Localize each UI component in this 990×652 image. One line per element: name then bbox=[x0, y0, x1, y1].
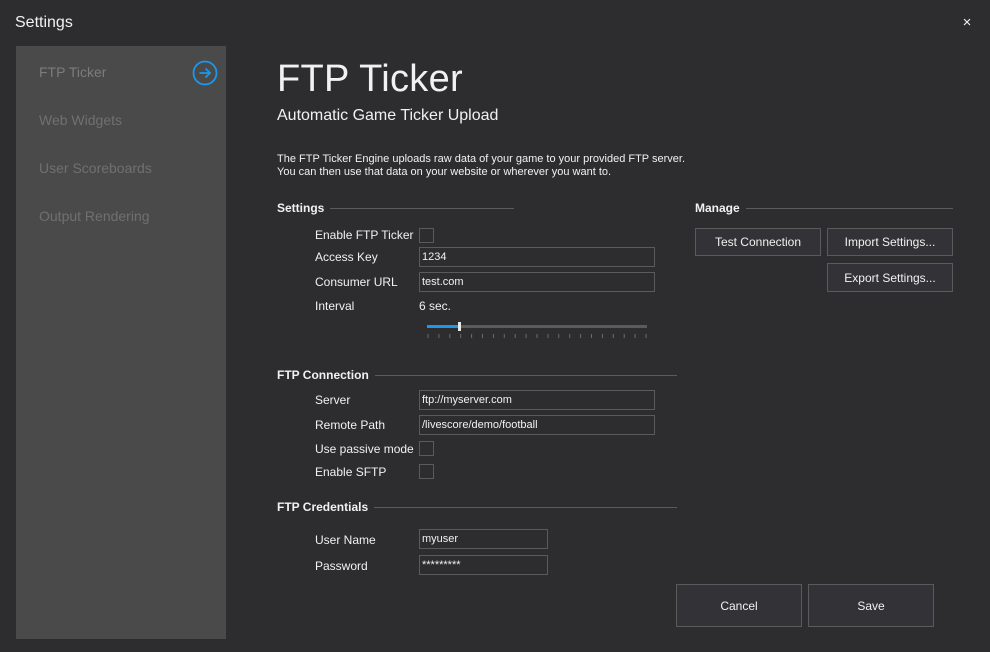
page-subtitle: Automatic Game Ticker Upload bbox=[277, 107, 499, 124]
section-title: Settings bbox=[277, 201, 325, 215]
passive-mode-label: Use passive mode bbox=[315, 442, 414, 456]
enable-ftp-ticker-label: Enable FTP Ticker bbox=[315, 228, 414, 242]
interval-value: 6 sec. bbox=[419, 299, 452, 313]
export-settings-button[interactable]: Export Settings... bbox=[827, 263, 953, 292]
enable-sftp-checkbox[interactable] bbox=[419, 464, 434, 479]
manage-section-header: Manage bbox=[695, 201, 953, 215]
server-input[interactable] bbox=[419, 390, 655, 410]
enable-sftp-label: Enable SFTP bbox=[315, 465, 387, 479]
sidebar: FTP Ticker Web Widgets User Scoreboards … bbox=[16, 46, 226, 639]
save-button[interactable]: Save bbox=[808, 584, 934, 627]
sidebar-item-ftp-ticker[interactable]: FTP Ticker bbox=[39, 64, 106, 80]
consumer-url-label: Consumer URL bbox=[315, 275, 398, 289]
section-title: FTP Connection bbox=[277, 368, 369, 382]
cancel-button[interactable]: Cancel bbox=[676, 584, 802, 627]
close-icon[interactable]: × bbox=[958, 14, 976, 32]
slider-ticks bbox=[427, 334, 647, 338]
ftp-credentials-section-header: FTP Credentials bbox=[277, 500, 677, 514]
divider bbox=[330, 207, 514, 209]
enable-ftp-ticker-checkbox[interactable] bbox=[419, 228, 434, 243]
test-connection-button[interactable]: Test Connection bbox=[695, 228, 821, 256]
page-description: The FTP Ticker Engine uploads raw data o… bbox=[277, 153, 685, 179]
sidebar-item-web-widgets[interactable]: Web Widgets bbox=[39, 112, 122, 128]
server-label: Server bbox=[315, 393, 351, 407]
section-title: Manage bbox=[695, 201, 740, 215]
consumer-url-input[interactable] bbox=[419, 272, 655, 292]
divider bbox=[745, 207, 953, 209]
interval-slider[interactable] bbox=[427, 320, 647, 340]
passive-mode-checkbox[interactable] bbox=[419, 441, 434, 456]
password-input[interactable] bbox=[419, 555, 548, 575]
divider bbox=[374, 506, 677, 508]
slider-thumb[interactable] bbox=[458, 322, 461, 331]
page-title: FTP Ticker bbox=[277, 58, 463, 100]
sidebar-item-user-scoreboards[interactable]: User Scoreboards bbox=[39, 160, 152, 176]
window-title: Settings bbox=[15, 14, 73, 31]
section-title: FTP Credentials bbox=[277, 500, 369, 514]
username-label: User Name bbox=[315, 533, 376, 547]
password-label: Password bbox=[315, 559, 368, 573]
sidebar-item-output-rendering[interactable]: Output Rendering bbox=[39, 208, 150, 224]
username-input[interactable] bbox=[419, 529, 548, 549]
description-line: You can then use that data on your websi… bbox=[277, 166, 612, 178]
divider bbox=[374, 374, 677, 376]
remote-path-label: Remote Path bbox=[315, 418, 386, 432]
slider-fill bbox=[427, 325, 459, 328]
description-line: The FTP Ticker Engine uploads raw data o… bbox=[277, 153, 686, 165]
settings-section-header: Settings bbox=[277, 201, 514, 215]
access-key-label: Access Key bbox=[315, 250, 378, 264]
import-settings-button[interactable]: Import Settings... bbox=[827, 228, 953, 256]
ftp-connection-section-header: FTP Connection bbox=[277, 368, 677, 382]
remote-path-input[interactable] bbox=[419, 415, 655, 435]
interval-label: Interval bbox=[315, 299, 355, 313]
access-key-input[interactable] bbox=[419, 247, 655, 267]
arrow-circle-right-icon bbox=[192, 60, 218, 86]
